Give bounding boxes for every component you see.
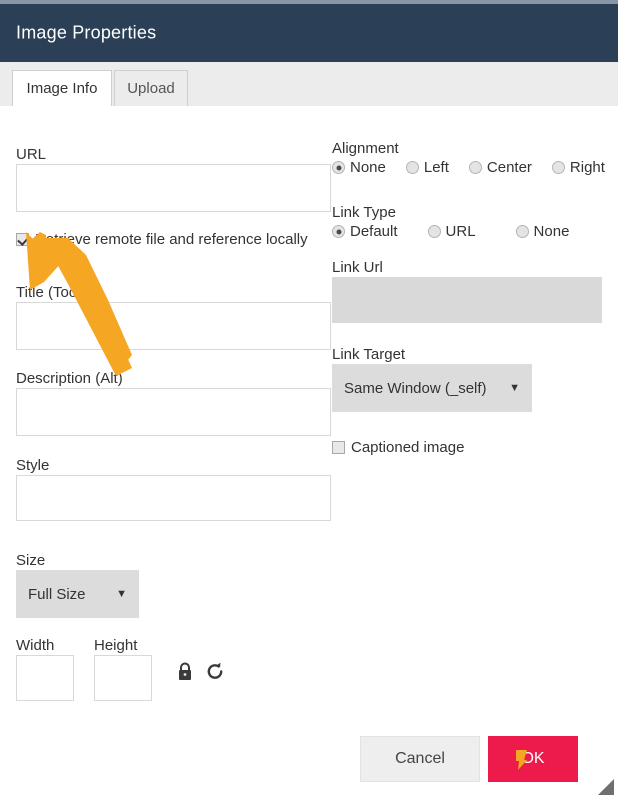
alignment-radio-group[interactable]: None Left Center Right	[332, 159, 605, 176]
retrieve-remote-row[interactable]: Retrieve remote file and reference local…	[16, 231, 308, 248]
link-url-input[interactable]	[332, 277, 602, 323]
style-input[interactable]	[16, 475, 331, 521]
url-label: URL	[16, 146, 47, 163]
link-url-label: Link Url	[332, 259, 383, 276]
dialog-titlebar: Image Properties	[0, 4, 618, 62]
alignment-option-left-label: Left	[423, 159, 449, 176]
dialog-title: Image Properties	[16, 22, 157, 43]
resize-grip[interactable]	[597, 778, 615, 796]
title-tooltip-input[interactable]	[16, 302, 331, 350]
link-type-option-default-label: Default	[350, 223, 398, 240]
alignment-option-left[interactable]: Left	[405, 159, 449, 176]
chevron-down-icon: ▼	[116, 588, 127, 600]
captioned-image-label: Captioned image	[351, 439, 465, 456]
style-label: Style	[16, 457, 50, 474]
retrieve-remote-checkbox[interactable]	[16, 233, 29, 246]
ok-button[interactable]: OK	[488, 736, 578, 782]
link-target-label: Link Target	[332, 346, 406, 363]
alignment-option-center[interactable]: Center	[468, 159, 532, 176]
width-input[interactable]	[16, 655, 74, 701]
tab-image-info-label: Image Info	[26, 80, 98, 97]
reset-icon[interactable]	[205, 661, 225, 687]
height-label: Height	[94, 637, 138, 654]
link-type-option-url-label: URL	[445, 223, 476, 240]
tab-image-info[interactable]: Image Info	[12, 70, 112, 106]
link-type-radio-default[interactable]	[332, 225, 345, 238]
alignment-radio-center[interactable]	[468, 161, 482, 174]
size-select-value: Full Size	[28, 585, 86, 603]
alignment-option-none-label: None	[350, 159, 386, 176]
alignment-option-center-label: Center	[486, 159, 532, 176]
link-type-option-none[interactable]: None	[515, 223, 570, 240]
size-label: Size	[16, 552, 46, 569]
link-type-radio-none[interactable]	[515, 225, 529, 238]
cancel-button-label: Cancel	[395, 750, 445, 767]
lock-icon[interactable]	[176, 662, 194, 687]
alignment-label: Alignment	[332, 140, 399, 157]
link-type-label: Link Type	[332, 204, 396, 221]
link-target-select-value: Same Window (_self)	[344, 379, 487, 397]
title-tooltip-label: Title (Tooltip)	[16, 284, 102, 301]
captioned-image-checkbox[interactable]	[332, 441, 345, 454]
description-alt-input[interactable]	[16, 388, 331, 436]
link-type-radio-url[interactable]	[427, 225, 441, 238]
width-label: Width	[16, 637, 55, 654]
url-input[interactable]	[16, 164, 331, 212]
tab-upload[interactable]: Upload	[114, 70, 188, 106]
alignment-radio-none[interactable]	[332, 161, 345, 174]
alignment-option-right[interactable]: Right	[551, 159, 605, 176]
tab-bar: Image Info Upload	[0, 62, 618, 107]
alignment-radio-right[interactable]	[551, 161, 565, 174]
link-type-radio-group[interactable]: Default URL None	[332, 223, 569, 240]
cursor-annotation-icon	[516, 750, 527, 770]
alignment-option-none[interactable]: None	[332, 159, 386, 176]
link-type-option-none-label: None	[533, 223, 570, 240]
chevron-down-icon: ▼	[509, 382, 520, 394]
link-type-option-url[interactable]: URL	[427, 223, 476, 240]
link-type-option-default[interactable]: Default	[332, 223, 398, 240]
tab-upload-label: Upload	[127, 80, 175, 97]
dialog-body: URL Retrieve remote file and reference l…	[0, 106, 618, 800]
size-select[interactable]: Full Size ▼	[16, 570, 139, 618]
retrieve-remote-label: Retrieve remote file and reference local…	[35, 231, 308, 248]
image-properties-dialog: Image Properties Image Info Upload URL R…	[0, 0, 618, 800]
height-input[interactable]	[94, 655, 152, 701]
captioned-image-row[interactable]: Captioned image	[332, 439, 464, 456]
alignment-radio-left[interactable]	[405, 161, 419, 174]
cancel-button[interactable]: Cancel	[360, 736, 480, 782]
link-target-select[interactable]: Same Window (_self) ▼	[332, 364, 532, 412]
description-alt-label: Description (Alt)	[16, 370, 123, 387]
alignment-option-right-label: Right	[569, 159, 605, 176]
